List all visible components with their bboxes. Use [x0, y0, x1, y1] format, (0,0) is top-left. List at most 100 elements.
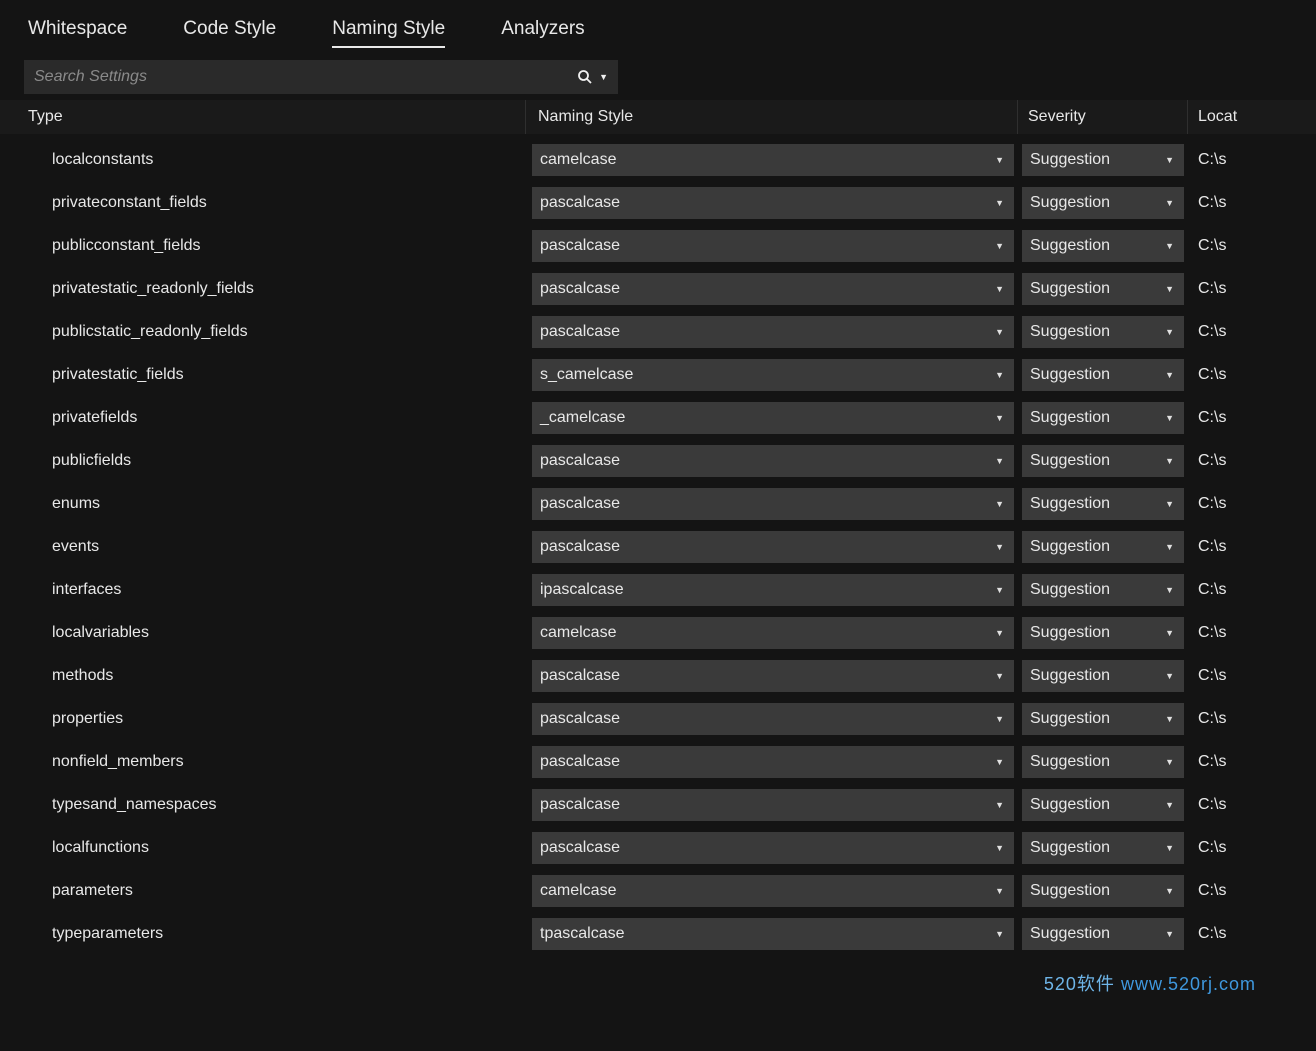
chevron-down-icon: ▼: [995, 585, 1004, 595]
dropdown-value: Suggestion: [1030, 839, 1110, 857]
naming-style-dropdown[interactable]: pascalcase▼: [532, 445, 1014, 477]
severity-dropdown[interactable]: Suggestion▼: [1022, 832, 1184, 864]
location-cell: C:\s: [1188, 237, 1316, 255]
naming-style-dropdown[interactable]: pascalcase▼: [532, 488, 1014, 520]
location-cell: C:\s: [1188, 624, 1316, 642]
severity-dropdown[interactable]: Suggestion ▼: [1022, 875, 1184, 907]
severity-dropdown[interactable]: Suggestion▼: [1022, 617, 1184, 649]
chevron-down-icon: ▼: [995, 241, 1004, 251]
type-cell: localvariables: [0, 624, 526, 642]
location-cell: C:\s: [1188, 667, 1316, 685]
naming-cell: pascalcase▼: [526, 789, 1018, 821]
severity-dropdown[interactable]: Suggestion▼: [1022, 359, 1184, 391]
severity-dropdown[interactable]: Suggestion▼: [1022, 789, 1184, 821]
naming-cell: camelcase▼: [526, 144, 1018, 176]
naming-style-dropdown[interactable]: pascalcase▼: [532, 531, 1014, 563]
table-row: privatestatic_readonly_fieldspascalcase▼…: [0, 267, 1316, 310]
severity-dropdown[interactable]: Suggestion▼: [1022, 402, 1184, 434]
dropdown-value: Suggestion: [1030, 323, 1110, 341]
type-cell: nonfield_members: [0, 753, 526, 771]
naming-style-dropdown[interactable]: pascalcase▼: [532, 316, 1014, 348]
severity-dropdown[interactable]: Suggestion▼: [1022, 144, 1184, 176]
naming-style-dropdown[interactable]: ipascalcase▼: [532, 574, 1014, 606]
naming-style-dropdown[interactable]: pascalcase▼: [532, 273, 1014, 305]
location-cell: C:\s: [1188, 151, 1316, 169]
watermark: 520软件 www.520rj.com: [1044, 970, 1256, 996]
chevron-down-icon: ▼: [1165, 284, 1174, 294]
severity-cell: Suggestion▼: [1018, 789, 1188, 821]
type-cell: privatefields: [0, 409, 526, 427]
dropdown-value: camelcase: [540, 151, 616, 169]
chevron-down-icon: ▼: [1165, 456, 1174, 466]
dropdown-value: Suggestion: [1030, 882, 1110, 900]
dropdown-value: pascalcase: [540, 839, 620, 857]
settings-grid: Type Naming Style Severity Locat localco…: [0, 100, 1316, 955]
severity-cell: Suggestion▼: [1018, 316, 1188, 348]
chevron-down-icon: ▼: [995, 628, 1004, 638]
tab-whitespace[interactable]: Whitespace: [20, 10, 155, 50]
severity-dropdown[interactable]: Suggestion▼: [1022, 660, 1184, 692]
severity-dropdown[interactable]: Suggestion▼: [1022, 488, 1184, 520]
location-cell: C:\s: [1188, 839, 1316, 857]
severity-dropdown[interactable]: Suggestion▼: [1022, 703, 1184, 735]
column-header-naming[interactable]: Naming Style: [526, 100, 1018, 134]
location-cell: C:\s: [1188, 194, 1316, 212]
naming-cell: pascalcase▼: [526, 273, 1018, 305]
severity-dropdown[interactable]: Suggestion▼: [1022, 445, 1184, 477]
severity-dropdown[interactable]: Suggestion▼: [1022, 746, 1184, 778]
severity-dropdown[interactable]: Suggestion▼: [1022, 531, 1184, 563]
column-header-type[interactable]: Type: [0, 100, 526, 134]
naming-cell: pascalcase▼: [526, 445, 1018, 477]
location-cell: C:\s: [1188, 925, 1316, 943]
naming-style-dropdown[interactable]: pascalcase▼: [532, 230, 1014, 262]
naming-style-dropdown[interactable]: pascalcase▼: [532, 789, 1014, 821]
naming-style-dropdown[interactable]: camelcase▼: [532, 144, 1014, 176]
naming-style-dropdown[interactable]: pascalcase▼: [532, 703, 1014, 735]
naming-style-dropdown[interactable]: camelcase ▼: [532, 875, 1014, 907]
column-header-severity[interactable]: Severity: [1018, 100, 1188, 134]
naming-style-dropdown[interactable]: pascalcase ▼: [532, 832, 1014, 864]
grid-body: localconstantscamelcase▼Suggestion▼C:\sp…: [0, 134, 1316, 955]
dropdown-value: s_camelcase: [540, 366, 633, 384]
table-row: publicfieldspascalcase▼Suggestion▼C:\s: [0, 439, 1316, 482]
severity-dropdown[interactable]: Suggestion ▼: [1022, 273, 1184, 305]
naming-style-dropdown[interactable]: pascalcase▼: [532, 746, 1014, 778]
type-cell: publicfields: [0, 452, 526, 470]
severity-cell: Suggestion▼: [1018, 144, 1188, 176]
severity-dropdown[interactable]: Suggestion▼: [1022, 230, 1184, 262]
chevron-down-icon: ▼: [1165, 628, 1174, 638]
dropdown-value: camelcase: [540, 882, 616, 900]
table-row: interfacesipascalcase▼Suggestion▼C:\s: [0, 568, 1316, 611]
dropdown-value: pascalcase: [540, 796, 620, 814]
naming-style-dropdown[interactable]: camelcase ▼: [532, 617, 1014, 649]
tab-naming-style[interactable]: Naming Style: [324, 10, 473, 50]
severity-dropdown[interactable]: Suggestion▼: [1022, 574, 1184, 606]
naming-style-dropdown[interactable]: tpascalcase▼: [532, 918, 1014, 950]
tab-analyzers[interactable]: Analyzers: [493, 10, 612, 50]
naming-cell: pascalcase▼: [526, 531, 1018, 563]
chevron-down-icon: ▼: [995, 327, 1004, 337]
naming-style-dropdown[interactable]: pascalcase▼: [532, 187, 1014, 219]
search-actions[interactable]: ▼: [577, 69, 608, 85]
table-row: enumspascalcase▼Suggestion▼C:\s: [0, 482, 1316, 525]
dropdown-value: camelcase: [540, 624, 616, 642]
type-cell: publicconstant_fields: [0, 237, 526, 255]
location-cell: C:\s: [1188, 366, 1316, 384]
search-input[interactable]: [34, 68, 577, 86]
tab-code-style[interactable]: Code Style: [175, 10, 304, 50]
dropdown-value: Suggestion: [1030, 581, 1110, 599]
severity-dropdown[interactable]: Suggestion▼: [1022, 918, 1184, 950]
chevron-down-icon: ▼: [995, 843, 1004, 853]
chevron-down-icon: ▼: [1165, 886, 1174, 896]
severity-dropdown[interactable]: Suggestion▼: [1022, 316, 1184, 348]
severity-dropdown[interactable]: Suggestion▼: [1022, 187, 1184, 219]
dropdown-value: Suggestion: [1030, 280, 1110, 298]
table-row: nonfield_memberspascalcase▼Suggestion▼C:…: [0, 740, 1316, 783]
naming-style-dropdown[interactable]: s_camelcase▼: [532, 359, 1014, 391]
location-cell: C:\s: [1188, 882, 1316, 900]
table-row: typesand_namespacespascalcase▼Suggestion…: [0, 783, 1316, 826]
naming-style-dropdown[interactable]: pascalcase▼: [532, 660, 1014, 692]
naming-style-dropdown[interactable]: _camelcase▼: [532, 402, 1014, 434]
column-header-location[interactable]: Locat: [1188, 100, 1316, 134]
chevron-down-icon: ▼: [995, 886, 1004, 896]
